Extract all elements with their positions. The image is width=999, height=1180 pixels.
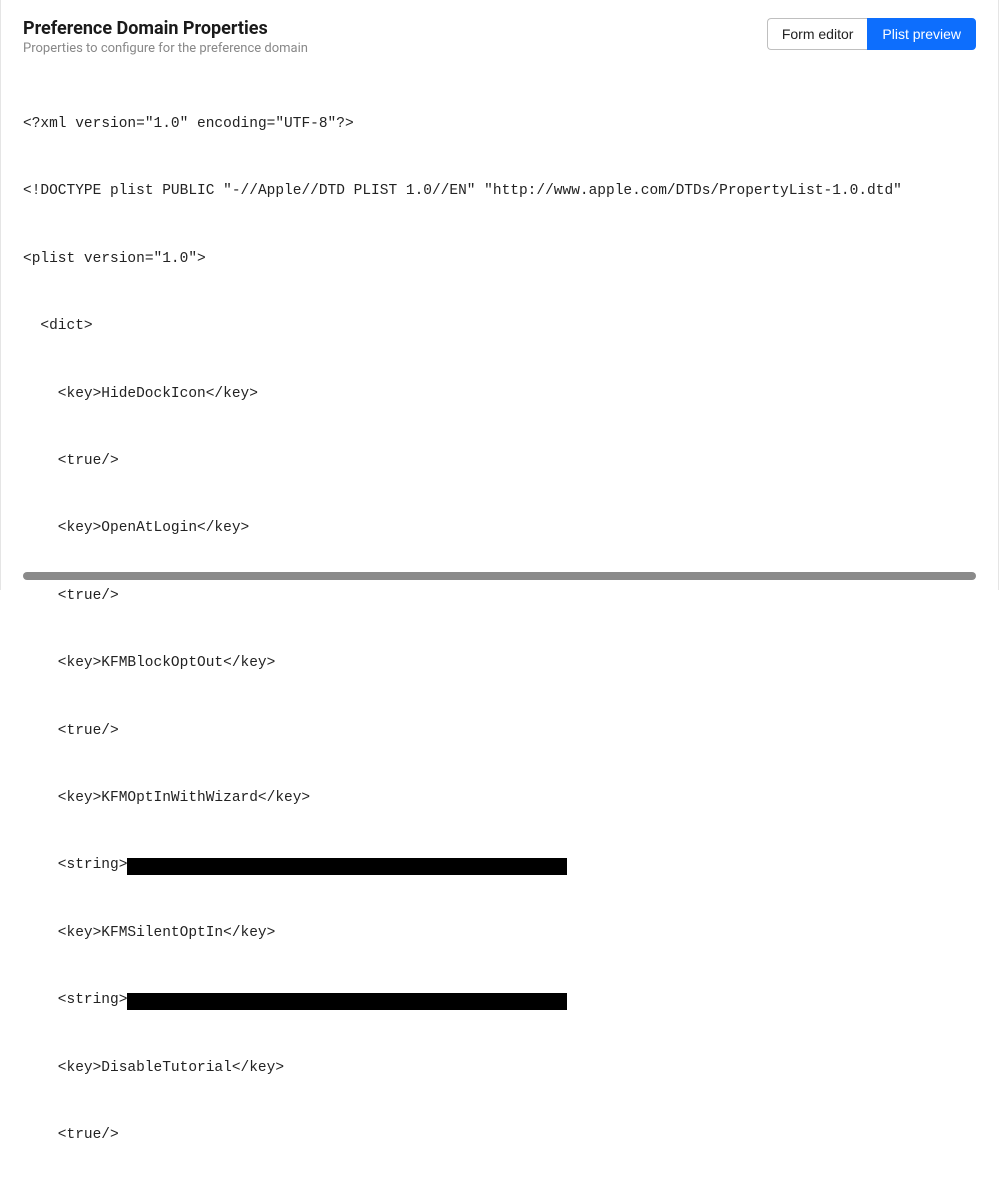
- page-title: Preference Domain Properties: [23, 18, 308, 39]
- code-line: <true/>: [23, 450, 976, 472]
- code-line: <key>HideDockIcon</key>: [23, 383, 976, 405]
- code-line: <true/>: [23, 1124, 976, 1146]
- string-open: <string>: [58, 857, 128, 873]
- title-block: Preference Domain Properties Properties …: [23, 18, 308, 56]
- plist-code-block: <?xml version="1.0" encoding="UTF-8"?> <…: [23, 68, 976, 1180]
- code-line: <dict>: [23, 315, 976, 337]
- string-open: <string>: [58, 992, 128, 1008]
- code-line: <key>OpenAtLogin</key>: [23, 517, 976, 539]
- code-line: <!DOCTYPE plist PUBLIC "-//Apple//DTD PL…: [23, 180, 976, 202]
- code-line: <true/>: [23, 720, 976, 742]
- code-line: <?xml version="1.0" encoding="UTF-8"?>: [23, 113, 976, 135]
- code-line: <plist version="1.0">: [23, 248, 976, 270]
- plist-preview-button[interactable]: Plist preview: [867, 18, 976, 50]
- redaction-block: [127, 993, 567, 1010]
- code-line-redacted: <string>: [23, 854, 976, 876]
- preference-domain-panel: Preference Domain Properties Properties …: [0, 0, 999, 590]
- code-line-redacted: <string>: [23, 989, 976, 1011]
- code-line: <true/>: [23, 585, 976, 607]
- redaction-block: [127, 858, 567, 875]
- form-editor-button[interactable]: Form editor: [767, 18, 868, 50]
- code-line: <key>DisableTutorial</key>: [23, 1057, 976, 1079]
- code-line: <key>KFMOptInWithWizard</key>: [23, 787, 976, 809]
- horizontal-scrollbar[interactable]: [23, 572, 976, 580]
- view-toggle: Form editor Plist preview: [767, 18, 976, 50]
- page-subtitle: Properties to configure for the preferen…: [23, 41, 308, 56]
- code-line: <key>KFMSilentOptIn</key>: [23, 922, 976, 944]
- code-line: <key>KFMBlockOptOut</key>: [23, 652, 976, 674]
- header-row: Preference Domain Properties Properties …: [23, 18, 976, 56]
